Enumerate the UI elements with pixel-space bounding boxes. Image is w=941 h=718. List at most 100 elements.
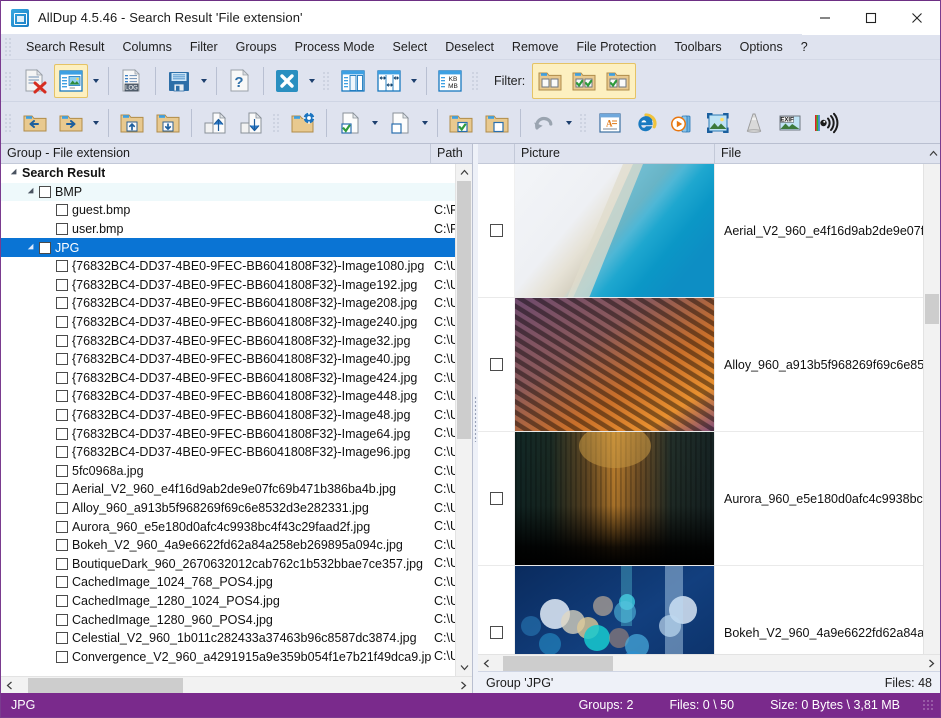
picture-hscroll-thumb[interactable] [503, 656, 613, 671]
toolbar2-grip-icon-2[interactable] [272, 113, 281, 133]
menu-file-protection[interactable]: File Protection [567, 36, 665, 58]
tree-row-checkbox[interactable] [56, 558, 68, 570]
column-header-file[interactable]: File [715, 144, 925, 164]
tree-row[interactable]: Bokeh_V2_960_4a9e6622fd62a84a258eb269895… [1, 536, 455, 555]
menu-toolbars[interactable]: Toolbars [665, 36, 730, 58]
maximize-button[interactable] [848, 1, 894, 35]
tree-row-checkbox[interactable] [56, 335, 68, 347]
menu-groups[interactable]: Groups [227, 36, 286, 58]
filter-show-checked-button[interactable] [567, 64, 601, 98]
menu-process-mode[interactable]: Process Mode [286, 36, 384, 58]
tree-scroll-thumb[interactable] [457, 181, 471, 439]
tree-row[interactable]: {76832BC4-DD37-4BE0-9FEC-BB6041808F32}-I… [1, 406, 455, 425]
tree-row[interactable]: CachedImage_1280_1024_POS4.jpgC:\U [1, 592, 455, 611]
tree-horizontal-scrollbar[interactable] [1, 676, 472, 693]
import-down-button[interactable] [234, 106, 268, 140]
export-up-button[interactable] [198, 106, 232, 140]
tree-row[interactable]: {76832BC4-DD37-4BE0-9FEC-BB6041808F32}-I… [1, 294, 455, 313]
tree-row[interactable]: {76832BC4-DD37-4BE0-9FEC-BB6041808F32}-I… [1, 276, 455, 295]
size-units-button[interactable]: KB MB [433, 64, 467, 98]
picture-scroll-left-arrow[interactable] [478, 655, 495, 672]
tree-hscroll-thumb[interactable] [28, 678, 183, 693]
resize-grip-icon[interactable] [922, 699, 934, 711]
tree-row-checkbox[interactable] [56, 446, 68, 458]
picture-row-checkbox[interactable] [490, 224, 503, 237]
move-down-folder-button[interactable] [151, 106, 185, 140]
picture-list[interactable]: Aerial_V2_960_e4f16d9ab2de9e07fc69b4Allo… [478, 164, 923, 654]
tree-scroll-down-arrow[interactable] [456, 659, 472, 676]
tree-row[interactable]: user.bmpC:\P [1, 220, 455, 239]
tree-row-checkbox[interactable] [56, 279, 68, 291]
tree-row[interactable]: JPG [1, 238, 455, 257]
tree-row[interactable]: Alloy_960_a913b5f968269f69c6e8532d3e2823… [1, 499, 455, 518]
save-results-dropdown[interactable] [197, 64, 211, 98]
deselect-file-button[interactable] [383, 106, 417, 140]
toolbar-grip-icon-2[interactable] [322, 71, 331, 91]
tree-row-checkbox[interactable] [56, 409, 68, 421]
next-group-dropdown[interactable] [89, 106, 103, 140]
tree-row-checkbox[interactable] [56, 651, 68, 663]
tree-expand-toggle-icon[interactable] [24, 183, 39, 201]
tree-row[interactable]: CachedImage_1280_960_POS4.jpgC:\U [1, 610, 455, 629]
tree-row-checkbox[interactable] [56, 316, 68, 328]
audio-info-button[interactable] [809, 106, 843, 140]
tree-row[interactable]: CachedImage_1024_768_POS4.jpgC:\U [1, 573, 455, 592]
picture-scroll-thumb[interactable] [925, 294, 939, 324]
picture-row-checkbox[interactable] [490, 626, 503, 639]
picture-scroll-track[interactable] [924, 164, 940, 654]
open-with-text-button[interactable]: A [593, 106, 627, 140]
tree-row[interactable]: {76832BC4-DD37-4BE0-9FEC-BB6041808F32}-I… [1, 424, 455, 443]
autofit-columns-dropdown[interactable] [407, 64, 421, 98]
close-button[interactable] [894, 1, 940, 35]
previous-group-button[interactable] [18, 106, 52, 140]
tree-expand-toggle-icon[interactable] [7, 164, 22, 182]
minimize-button[interactable] [802, 1, 848, 35]
delete-results-button[interactable] [18, 64, 52, 98]
menu-select[interactable]: Select [384, 36, 437, 58]
tree-row-checkbox[interactable] [56, 595, 68, 607]
picture-horizontal-scrollbar[interactable] [478, 654, 940, 671]
tree-row-checkbox[interactable] [56, 372, 68, 384]
open-with-vlc-button[interactable] [737, 106, 771, 140]
picture-row-checkbox[interactable] [490, 492, 503, 505]
picture-row[interactable]: Aerial_V2_960_e4f16d9ab2de9e07fc69b4 [478, 164, 923, 298]
deselect-folder-button[interactable] [480, 106, 514, 140]
toolbar-grip-icon-3[interactable] [471, 71, 480, 91]
picture-row[interactable]: Aurora_960_e5e180d0afc4c9938bc4f43c [478, 432, 923, 566]
next-group-button[interactable] [54, 106, 88, 140]
tree-row-checkbox[interactable] [56, 297, 68, 309]
exif-viewer-button[interactable]: EXIF [773, 106, 807, 140]
tree-row[interactable]: 5fc0968a.jpgC:\U [1, 462, 455, 481]
log-file-button[interactable]: LOG [115, 64, 149, 98]
tree-scroll-right-arrow[interactable] [455, 677, 472, 694]
open-with-browser-button[interactable] [629, 106, 663, 140]
tree-row-checkbox[interactable] [56, 521, 68, 533]
tree-row[interactable]: BoutiqueDark_960_2670632012cab762c1b532b… [1, 554, 455, 573]
move-up-folder-button[interactable] [115, 106, 149, 140]
tree-row[interactable]: guest.bmpC:\P [1, 201, 455, 220]
tree-row[interactable]: {76832BC4-DD37-4BE0-9FEC-BB6041808F32}-I… [1, 369, 455, 388]
tree-row[interactable]: Search Result [1, 164, 455, 183]
tree-row[interactable]: Convergence_V2_960_a4291915a9e359b054f1e… [1, 647, 455, 666]
tree-row[interactable]: Aerial_V2_960_e4f16d9ab2de9e07fc69b471b3… [1, 480, 455, 499]
column-header-group[interactable]: Group - File extension [1, 144, 431, 164]
tree-row[interactable]: {76832BC4-DD37-4BE0-9FEC-BB6041808F32}-I… [1, 443, 455, 462]
tree-row[interactable]: {76832BC4-DD37-4BE0-9FEC-BB6041808F32}-I… [1, 313, 455, 332]
tree-row[interactable]: Celestial_V2_960_1b011c282433a37463b96c8… [1, 629, 455, 648]
tree-row[interactable]: {76832BC4-DD37-4BE0-9FEC-BB6041808F32}-I… [1, 257, 455, 276]
tree-row[interactable]: {76832BC4-DD37-4BE0-9FEC-BB6041808F32}-I… [1, 387, 455, 406]
toolbar2-grip-icon-3[interactable] [579, 113, 588, 133]
menu-search-result[interactable]: Search Result [17, 36, 114, 58]
tree-row-checkbox[interactable] [56, 539, 68, 551]
column-layout-button[interactable] [336, 64, 370, 98]
undo-dropdown[interactable] [562, 106, 576, 140]
tree-row-checkbox[interactable] [39, 242, 51, 254]
filter-show-mixed-button[interactable] [601, 64, 635, 98]
save-results-button[interactable] [162, 64, 196, 98]
select-file-button[interactable] [333, 106, 367, 140]
tree-row-checkbox[interactable] [56, 576, 68, 588]
close-results-dropdown[interactable] [305, 64, 319, 98]
menu-options[interactable]: Options [731, 36, 792, 58]
deselect-file-dropdown[interactable] [418, 106, 432, 140]
toolbar2-grip-icon[interactable] [4, 113, 13, 133]
